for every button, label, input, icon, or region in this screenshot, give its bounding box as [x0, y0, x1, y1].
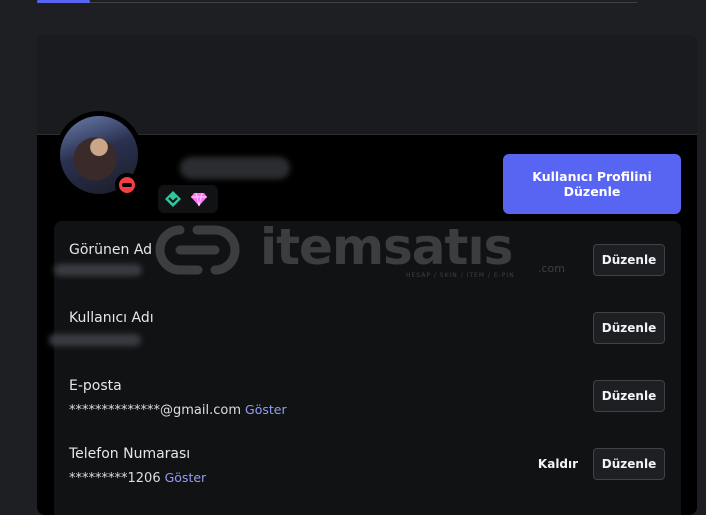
phone-label: Telefon Numarası	[69, 446, 191, 462]
show-phone-link[interactable]: Göster	[165, 470, 207, 485]
username-row: Kullanıcı Adı Düzenle	[49, 310, 681, 370]
email-row: E-posta **************@gmail.com Göster D…	[54, 378, 681, 438]
show-email-link[interactable]: Göster	[245, 402, 287, 417]
username-redacted	[180, 157, 290, 179]
email-masked: **************@gmail.com	[69, 403, 242, 418]
username-value-redacted	[49, 334, 141, 346]
profile-banner	[37, 35, 697, 135]
profile-badges	[158, 185, 218, 213]
account-info-panel: Görünen Ad Düzenle Kullanıcı Adı Düzenle…	[49, 221, 681, 515]
remove-phone-button[interactable]: Kaldır	[530, 454, 586, 474]
phone-value: *********1206 Göster	[69, 470, 206, 486]
edit-username-button[interactable]: Düzenle	[593, 312, 665, 344]
edit-display-name-button[interactable]: Düzenle	[593, 244, 665, 276]
tab-underline	[37, 2, 637, 3]
edit-email-button[interactable]: Düzenle	[593, 380, 665, 412]
display-name-label: Görünen Ad	[69, 242, 153, 258]
user-account-card: Kullanıcı Profilini Düzenle Görünen Ad D…	[37, 35, 697, 515]
username-label: Kullanıcı Adı	[69, 310, 154, 326]
status-dash	[122, 183, 132, 187]
email-value: **************@gmail.com Göster	[69, 402, 287, 418]
hypesquad-balance-icon[interactable]	[163, 189, 183, 209]
edit-phone-button[interactable]: Düzenle	[593, 448, 665, 480]
display-name-row: Görünen Ad Düzenle	[54, 242, 681, 302]
phone-masked: *********1206	[69, 471, 161, 486]
email-label: E-posta	[69, 378, 122, 394]
active-tab-indicator	[37, 0, 90, 3]
display-name-redacted	[54, 264, 142, 276]
phone-row: Telefon Numarası *********1206 Göster Kal…	[54, 446, 681, 506]
edit-user-profile-button[interactable]: Kullanıcı Profilini Düzenle	[503, 154, 681, 214]
nitro-gem-icon[interactable]	[189, 189, 209, 209]
